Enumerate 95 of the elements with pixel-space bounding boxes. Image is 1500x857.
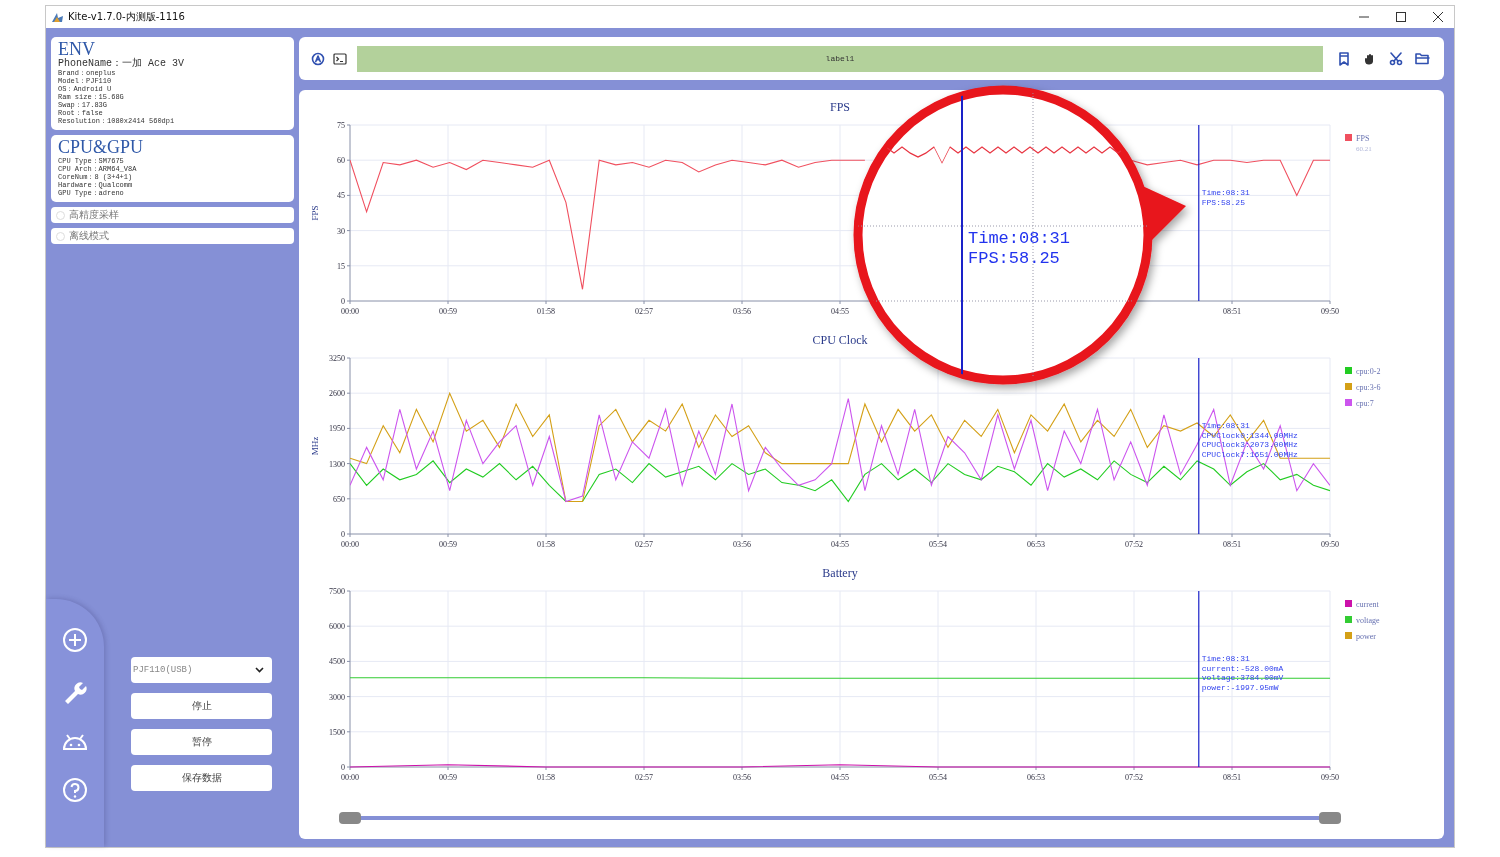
tick-label: 01:58: [536, 773, 556, 782]
tick-label: 0: [341, 530, 345, 539]
tick-label: 08:51: [1222, 540, 1242, 549]
tick-label: 04:55: [830, 540, 850, 549]
tick-label: 650: [333, 494, 345, 504]
legend-label[interactable]: cpu:0-2: [1356, 367, 1381, 376]
tooltip-text: Time:08:31: [968, 229, 1071, 248]
tick-label: 1300: [329, 459, 345, 469]
tick-label: 01:58: [536, 540, 556, 549]
tick-label: 00:59: [438, 307, 458, 316]
tick-label: 04:55: [830, 773, 850, 782]
auto-icon[interactable]: [311, 51, 325, 66]
legend-label[interactable]: power: [1356, 632, 1376, 641]
tooltip-text: current:-528.00mA: [1201, 663, 1284, 673]
tick-label: 3000: [329, 692, 345, 702]
tick-label: 02:57: [634, 307, 654, 316]
chart-title: Battery: [822, 566, 858, 580]
tooltip-text: Time:08:31: [1201, 188, 1250, 197]
tick-label: 00:00: [340, 773, 360, 782]
tick-label: 1950: [329, 424, 345, 434]
bookmark-icon[interactable]: [1337, 51, 1351, 66]
tick-label: 08:51: [1222, 307, 1242, 316]
tick-label: 03:56: [732, 773, 752, 782]
close-icon[interactable]: [1432, 12, 1443, 22]
tick-label: 05:54: [928, 773, 948, 782]
card-title: ENV: [58, 40, 95, 59]
radio-button[interactable]: [56, 231, 65, 241]
legend-label[interactable]: voltage: [1356, 616, 1380, 625]
tick-label: 00:00: [340, 540, 360, 549]
option-row[interactable]: 高精度采样: [51, 207, 294, 223]
tick-label: 05:54: [928, 540, 948, 549]
tick-label: 02:57: [634, 773, 654, 782]
add-icon[interactable]: [62, 627, 88, 653]
slider-handle[interactable]: [339, 812, 361, 824]
folder-icon[interactable]: [1415, 51, 1430, 65]
app-icon: [51, 11, 64, 23]
tick-label: 09:50: [1320, 540, 1340, 549]
tick-label: 06:53: [1026, 773, 1046, 782]
tick-label: 30: [337, 226, 345, 236]
axis-title: FPS: [310, 205, 320, 221]
tick-label: 3250: [329, 354, 345, 363]
tick-label: 0: [341, 763, 345, 772]
tick-label: 00:59: [438, 540, 458, 549]
tick-label: 00:59: [438, 773, 458, 782]
tick-label: 02:57: [634, 540, 654, 549]
tooltip-text: FPS:58.25: [968, 249, 1060, 268]
tooltip-text: FPS:58.25: [1201, 197, 1245, 207]
action-button[interactable]: 停止: [131, 693, 272, 719]
slider-handle[interactable]: [1319, 812, 1341, 824]
legend-label[interactable]: cpu:3-6: [1356, 383, 1381, 392]
terminal-icon[interactable]: [333, 52, 347, 65]
info-line: PhoneName：一加 Ace 3V: [58, 59, 185, 69]
option-label: 高精度采样: [69, 208, 119, 222]
tick-label: 6000: [329, 622, 345, 632]
tooltip-text: Time:08:31: [1201, 654, 1250, 663]
card-title: CPU&GPU: [58, 138, 145, 157]
tick-label: 09:50: [1320, 307, 1340, 316]
help-icon[interactable]: [62, 777, 88, 803]
legend-label[interactable]: FPS: [1356, 134, 1370, 143]
scissors-icon[interactable]: [1389, 51, 1403, 66]
legend-label[interactable]: current: [1356, 600, 1379, 609]
tick-label: 7500: [329, 587, 345, 596]
window-title: Kite-v1.7.0-内测版-1116: [68, 10, 186, 24]
option-row[interactable]: 离线模式: [51, 228, 294, 244]
tick-label: 45: [337, 191, 345, 201]
action-button[interactable]: 暂停: [131, 729, 272, 755]
legend-label[interactable]: cpu:7: [1356, 399, 1374, 408]
axis-title: MHz: [310, 436, 320, 456]
tick-label: 75: [337, 121, 345, 130]
action-button[interactable]: 保存数据: [131, 765, 272, 791]
option-label: 离线模式: [69, 229, 109, 243]
tick-label: 15: [337, 261, 345, 271]
tick-label: 06:53: [1026, 540, 1046, 549]
tick-label: 4500: [329, 657, 345, 667]
tick-label: 60: [337, 156, 345, 166]
chart-title: FPS: [830, 100, 850, 114]
tick-label: 08:51: [1222, 773, 1242, 782]
tick-label: 0: [341, 297, 345, 306]
tick-label: 07:52: [1124, 773, 1144, 782]
tick-label: 01:58: [536, 307, 556, 316]
tick-label: 00:00: [340, 307, 360, 316]
radio-button[interactable]: [56, 210, 65, 220]
tick-label: 1500: [329, 727, 345, 737]
tick-label: 03:56: [732, 307, 752, 316]
tick-label: 03:56: [732, 540, 752, 549]
chevron-icon: [255, 667, 264, 673]
tick-label: 09:50: [1320, 773, 1340, 782]
tick-label: 2600: [329, 389, 345, 399]
tooltip-text: power:-1997.95mW: [1201, 682, 1279, 692]
status-label: label1: [357, 45, 1323, 72]
tick-label: 04:55: [830, 307, 850, 316]
chart-title: CPU Clock: [812, 333, 868, 347]
device-dropdown[interactable]: PJF110(USB): [131, 657, 272, 683]
maximize-icon[interactable]: [1395, 12, 1406, 22]
tick-label: 07:52: [1124, 540, 1144, 549]
